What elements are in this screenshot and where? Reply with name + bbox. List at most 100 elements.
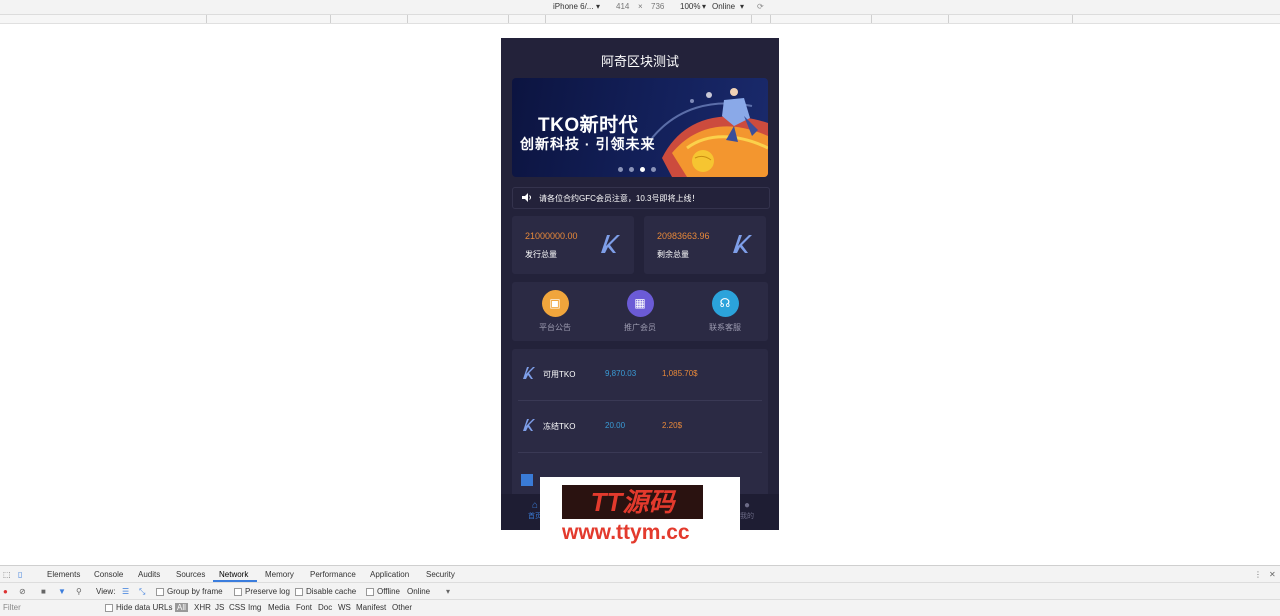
quick-link-label: 平台公告 <box>539 323 571 332</box>
filter-ws[interactable]: WS <box>338 603 351 612</box>
briefcase-icon: ▣ <box>541 290 569 317</box>
ruler-segment[interactable] <box>949 15 1073 23</box>
network-select[interactable]: Online <box>712 2 735 11</box>
asset-name: 可用TKO <box>543 370 576 379</box>
height-input[interactable]: 736 <box>651 2 664 11</box>
width-input[interactable]: 414 <box>616 2 629 11</box>
rotate-icon[interactable]: ⟳ <box>757 2 764 11</box>
record-icon[interactable]: ● <box>3 587 8 596</box>
platform-notice-link[interactable]: ▣ 平台公告 <box>525 290 585 333</box>
offline-checkbox[interactable]: Offline <box>366 587 400 596</box>
overview-icon[interactable]: ⤡ <box>139 587 145 597</box>
dimension-separator: × <box>638 2 643 11</box>
network-toolbar: ● ⊘ ■ ▼ ⚲ View: ☰ ⤡ Group by frame Prese… <box>0 583 1280 600</box>
hide-data-urls-checkbox[interactable]: Hide data URLs <box>105 603 172 612</box>
tko-logo-icon <box>523 419 535 431</box>
customer-service-link[interactable]: ☊ 联系客服 <box>695 290 755 333</box>
zoom-arrow-icon[interactable]: ▾ <box>702 2 706 11</box>
filter-other[interactable]: Other <box>392 603 412 612</box>
ruler-segment[interactable] <box>735 15 752 23</box>
filter-icon[interactable]: ▼ <box>58 587 66 596</box>
zoom-select[interactable]: 100% <box>680 2 700 11</box>
issued-total-card: 21000000.00 发行总量 <box>512 216 634 274</box>
carousel-dot[interactable] <box>651 167 656 172</box>
tab-sources[interactable]: Sources <box>176 570 205 579</box>
promote-member-link[interactable]: ▦ 推广会员 <box>610 290 670 333</box>
asset-amount: 9,870.03 <box>605 369 637 378</box>
chart-icon[interactable] <box>521 474 533 486</box>
ruler-segment[interactable] <box>207 15 331 23</box>
device-mode-icon[interactable]: ▯ <box>18 570 22 579</box>
filter-js[interactable]: JS <box>215 603 224 612</box>
tab-memory[interactable]: Memory <box>265 570 294 579</box>
issued-total-label: 发行总量 <box>525 250 557 259</box>
tab-security[interactable]: Security <box>426 570 455 579</box>
remaining-total-value: 20983663.96 <box>657 231 710 241</box>
asset-row-frozen[interactable]: 冻结TKO 20.00 2.20$ <box>512 401 768 451</box>
carousel-dot-active[interactable] <box>640 167 645 172</box>
ruler-segment[interactable] <box>408 15 509 23</box>
filter-input[interactable]: Filter <box>3 603 21 612</box>
filter-xhr[interactable]: XHR <box>194 603 211 612</box>
preserve-log-checkbox[interactable]: Preserve log <box>234 587 290 596</box>
ruler-segment[interactable] <box>752 15 771 23</box>
filter-font[interactable]: Font <box>296 603 312 612</box>
page-title: 阿奇区块测试 <box>600 54 679 69</box>
ruler-segment[interactable] <box>509 15 546 23</box>
carousel-dot[interactable] <box>618 167 623 172</box>
tab-performance[interactable]: Performance <box>310 570 356 579</box>
search-icon[interactable]: ⚲ <box>76 587 82 596</box>
disable-cache-checkbox[interactable]: Disable cache <box>295 587 356 596</box>
speaker-icon <box>522 193 531 202</box>
more-options-icon[interactable]: ⋮ <box>1254 570 1262 579</box>
large-rows-icon[interactable]: ☰ <box>122 587 129 596</box>
tab-network[interactable]: Network <box>219 570 248 579</box>
ruler-segment[interactable] <box>0 15 207 23</box>
throttle-select[interactable]: Online <box>407 587 430 596</box>
filter-css[interactable]: CSS <box>229 603 245 612</box>
device-select[interactable]: iPhone 6/... <box>553 2 593 11</box>
throttle-arrow-icon[interactable]: ▾ <box>446 587 450 596</box>
remaining-total-card: 20983663.96 剩余总量 <box>644 216 766 274</box>
offline-label: Offline <box>377 587 400 596</box>
clear-icon[interactable]: ⊘ <box>19 587 26 596</box>
asset-row-available[interactable]: 可用TKO 9,870.03 1,085.70$ <box>512 349 768 399</box>
filter-img[interactable]: Img <box>248 603 261 612</box>
filter-all[interactable]: All <box>175 603 188 612</box>
filter-doc[interactable]: Doc <box>318 603 332 612</box>
phone-viewport: 阿奇区块测试 TKO新时代 创新科技 · 引领未来 请各位合约GFC会员注意，1… <box>501 38 779 530</box>
active-tab-indicator <box>213 580 257 582</box>
tab-elements[interactable]: Elements <box>47 570 80 579</box>
quick-link-label: 联系客服 <box>709 323 741 332</box>
preserve-log-label: Preserve log <box>245 587 290 596</box>
group-by-frame-label: Group by frame <box>167 587 223 596</box>
close-devtools-icon[interactable]: ✕ <box>1269 570 1276 579</box>
device-select-arrow-icon[interactable]: ▾ <box>596 2 600 11</box>
banner-carousel[interactable]: TKO新时代 创新科技 · 引领未来 <box>512 78 768 177</box>
inspect-icon[interactable]: ⬚ <box>3 570 11 579</box>
tab-application[interactable]: Application <box>370 570 409 579</box>
tab-console[interactable]: Console <box>94 570 123 579</box>
camera-icon[interactable]: ■ <box>41 587 46 596</box>
asset-usd-value: 1,085.70$ <box>662 369 698 378</box>
notice-bar[interactable]: 请各位合约GFC会员注意，10.3号即将上线！ <box>512 187 770 209</box>
quick-link-label: 推广会员 <box>624 323 656 332</box>
quick-links: ▣ 平台公告 ▦ 推广会员 ☊ 联系客服 <box>512 282 768 341</box>
carousel-dot[interactable] <box>629 167 634 172</box>
banner-slogan: 创新科技 · 引领未来 <box>520 136 656 152</box>
watermark-title: TT源码 <box>562 485 703 519</box>
ruler-segment[interactable] <box>872 15 949 23</box>
ruler-segment[interactable] <box>331 15 408 23</box>
filter-manifest[interactable]: Manifest <box>356 603 386 612</box>
media-query-ruler[interactable] <box>0 15 1280 24</box>
asset-name: 冻结TKO <box>543 422 576 431</box>
ruler-segment[interactable] <box>771 15 872 23</box>
network-arrow-icon[interactable]: ▾ <box>740 2 744 11</box>
disable-cache-label: Disable cache <box>306 587 357 596</box>
tab-audits[interactable]: Audits <box>138 570 160 579</box>
tko-logo-icon <box>523 367 535 379</box>
filter-media[interactable]: Media <box>268 603 290 612</box>
group-by-frame-checkbox[interactable]: Group by frame <box>156 587 223 596</box>
filter-bar: Filter Hide data URLs All XHR JS CSS Img… <box>0 600 1280 616</box>
divider <box>518 452 762 453</box>
